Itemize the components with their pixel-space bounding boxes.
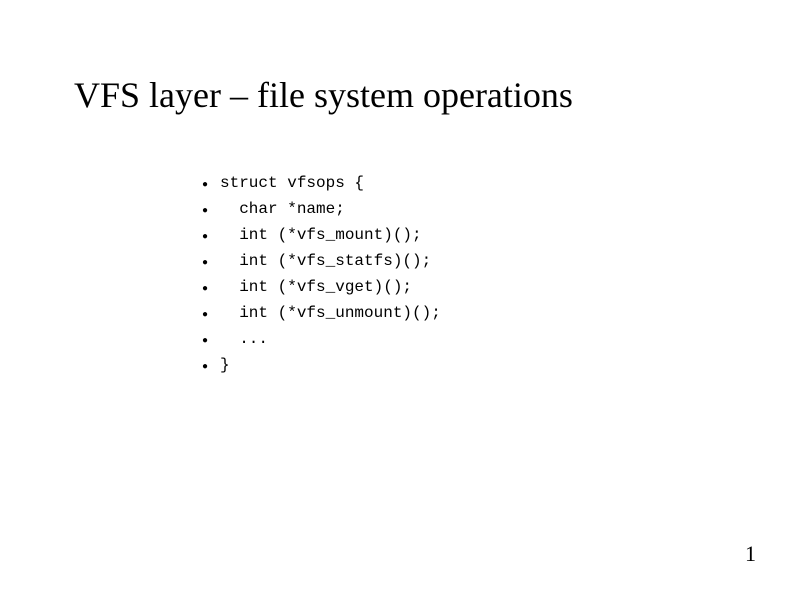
list-item: ● char *name;	[202, 196, 441, 222]
bullet-icon: ●	[202, 222, 220, 248]
code-line: int (*vfs_mount)();	[220, 224, 422, 246]
bullet-icon: ●	[202, 274, 220, 300]
code-block: ● struct vfsops { ● char *name; ● int (*…	[202, 170, 441, 378]
list-item: ● int (*vfs_vget)();	[202, 274, 441, 300]
code-line: }	[220, 354, 230, 376]
code-line: struct vfsops {	[220, 172, 364, 194]
bullet-icon: ●	[202, 248, 220, 274]
list-item: ● int (*vfs_statfs)();	[202, 248, 441, 274]
code-line: char *name;	[220, 198, 345, 220]
list-item: ● }	[202, 352, 441, 378]
bullet-icon: ●	[202, 196, 220, 222]
bullet-icon: ●	[202, 300, 220, 326]
bullet-icon: ●	[202, 352, 220, 378]
code-line: int (*vfs_statfs)();	[220, 250, 431, 272]
code-line: ...	[220, 328, 268, 350]
bullet-icon: ●	[202, 326, 220, 352]
slide-title: VFS layer – file system operations	[74, 74, 573, 116]
slide: VFS layer – file system operations ● str…	[0, 0, 794, 595]
list-item: ● int (*vfs_unmount)();	[202, 300, 441, 326]
code-line: int (*vfs_vget)();	[220, 276, 412, 298]
bullet-icon: ●	[202, 170, 220, 196]
list-item: ● int (*vfs_mount)();	[202, 222, 441, 248]
page-number: 1	[745, 541, 756, 567]
code-line: int (*vfs_unmount)();	[220, 302, 441, 324]
list-item: ● struct vfsops {	[202, 170, 441, 196]
list-item: ● ...	[202, 326, 441, 352]
